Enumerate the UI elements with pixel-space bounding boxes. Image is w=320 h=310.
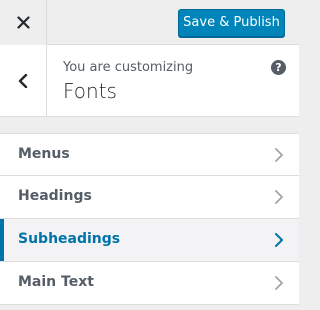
- customizing-label: You are customizing: [63, 60, 194, 75]
- section-title: Fonts: [63, 79, 117, 103]
- chevron-left-icon: [18, 74, 28, 88]
- menu-item-main-text[interactable]: Main Text: [0, 262, 299, 305]
- menu-item-label: Headings: [18, 188, 92, 204]
- menu-item-label: Menus: [18, 146, 70, 162]
- save-publish-button[interactable]: Save & Publish: [178, 9, 285, 37]
- close-icon: [17, 16, 30, 29]
- section-header: You are customizing Fonts ?: [0, 45, 299, 117]
- menu-item-label: Main Text: [18, 274, 94, 290]
- chevron-right-icon: [275, 276, 283, 290]
- menu-item-label: Subheadings: [18, 231, 121, 247]
- chevron-right-icon: [275, 233, 283, 247]
- back-button[interactable]: [0, 45, 47, 116]
- customizer-panel: Save & Publish You are customizing Fonts…: [0, 0, 299, 310]
- menu-item-menus[interactable]: Menus: [0, 133, 299, 176]
- customizer-header: Save & Publish: [0, 0, 299, 45]
- menu-item-subheadings[interactable]: Subheadings: [0, 219, 299, 262]
- help-icon[interactable]: ?: [271, 60, 286, 75]
- menu-item-headings[interactable]: Headings: [0, 176, 299, 219]
- chevron-right-icon: [275, 190, 283, 204]
- font-options-list: Menus Headings Subheadings Main Text: [0, 133, 299, 305]
- chevron-right-icon: [275, 148, 283, 162]
- close-button[interactable]: [0, 0, 47, 45]
